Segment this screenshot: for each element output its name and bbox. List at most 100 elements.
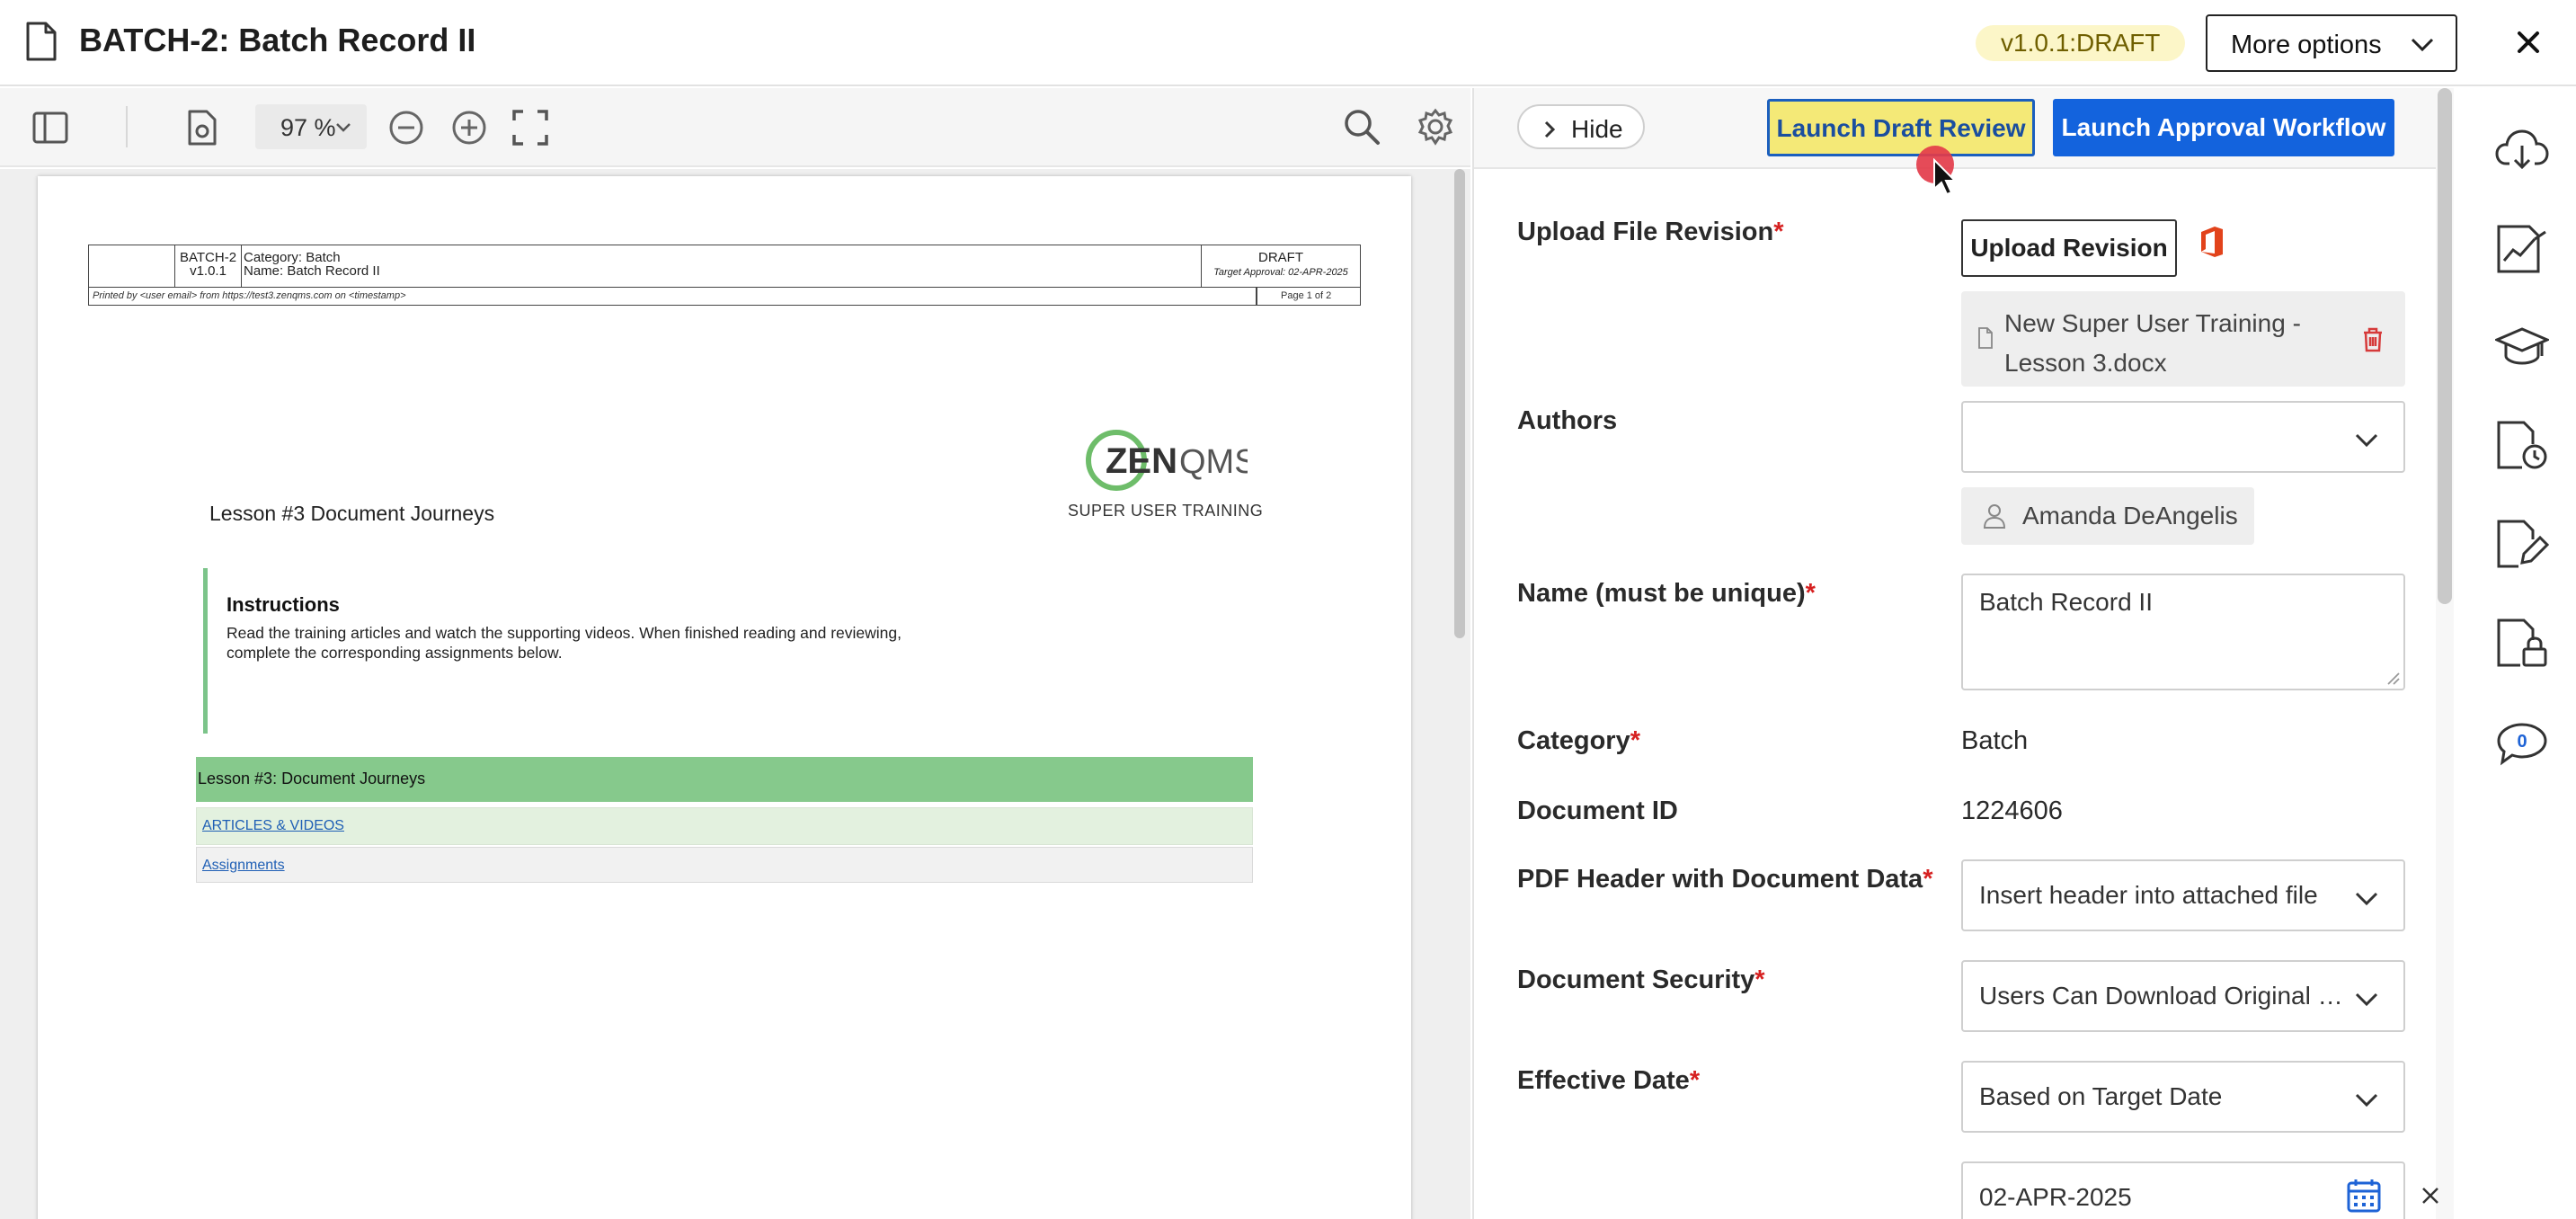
sidebar-toggle-icon[interactable] [32, 111, 68, 144]
pdf-header-doc-id: BATCH-2 [179, 250, 237, 265]
chevron-down-icon [2355, 992, 2378, 1007]
fullscreen-icon[interactable] [512, 110, 548, 146]
document-edit-icon[interactable] [2495, 520, 2549, 570]
document-id-value: 1224606 [1961, 796, 2063, 825]
articles-videos-link[interactable]: ARTICLES & VIDEOS [202, 818, 344, 834]
search-icon[interactable] [1343, 108, 1381, 146]
comments-count: 0 [2517, 732, 2527, 752]
instructions-title: Instructions [227, 593, 340, 616]
hide-label: Hide [1571, 115, 1623, 143]
mouse-cursor-icon [1932, 158, 1958, 198]
lesson-title: Lesson #3 Document Journeys [209, 502, 495, 525]
pdf-header-select[interactable]: Insert header into attached file [1961, 859, 2405, 931]
cloud-download-icon[interactable] [2495, 128, 2549, 171]
clear-date-icon[interactable] [2420, 1185, 2441, 1206]
calendar-icon[interactable] [2346, 1178, 2382, 1214]
name-label: Name (must be unique)* [1517, 579, 1816, 608]
logo-text-light: QMS [1179, 443, 1248, 481]
pdf-header-version: v1.0.1 [190, 263, 227, 279]
chevron-down-icon [2411, 38, 2434, 52]
target-date-input[interactable]: 02-APR-2025 [1961, 1161, 2405, 1219]
zoom-out-icon[interactable] [388, 110, 424, 146]
uploaded-file-name: New Super User Training - Lesson 3.docx [2004, 309, 2301, 377]
assignments-link[interactable]: Assignments [202, 858, 285, 874]
name-textarea[interactable]: Batch Record II [1961, 574, 2405, 690]
zenqms-logo: ZEN QMS [1086, 430, 1248, 493]
chevron-down-icon [336, 123, 351, 132]
chevron-down-icon [2355, 1093, 2378, 1108]
document-security-select-value: Users Can Download Original F... [1979, 982, 2348, 1010]
trash-icon[interactable] [2362, 327, 2384, 352]
upload-revision-button[interactable]: Upload Revision [1961, 219, 2177, 277]
pdf-header-footer: Printed by <user email> from https://tes… [88, 288, 1361, 306]
pdf-header-name-value: Batch Record II [287, 263, 380, 279]
gear-icon[interactable] [1417, 108, 1454, 146]
zoom-level: 97 % [280, 114, 336, 141]
author-chip: Amanda DeAngelis [1961, 487, 2254, 545]
effective-date-label: Effective Date* [1517, 1066, 1701, 1095]
hide-panel-button[interactable]: Hide [1517, 104, 1645, 149]
logo-text-bold: ZEN [1106, 441, 1177, 481]
toolbar-divider [126, 106, 128, 147]
user-icon [1983, 503, 2006, 529]
category-value: Batch [1961, 726, 2029, 755]
pdf-header-status: DRAFT [1258, 250, 1303, 265]
launch-approval-workflow-button[interactable]: Launch Approval Workflow [2053, 99, 2394, 156]
document-history-icon[interactable] [2495, 421, 2549, 471]
document-chart-icon[interactable] [2495, 225, 2549, 273]
pdf-footer-divider [1256, 288, 1257, 305]
file-icon [1977, 327, 1994, 349]
document-security-select[interactable]: Users Can Download Original F... [1961, 960, 2405, 1032]
effective-date-select-value: Based on Target Date [1979, 1082, 2223, 1110]
logo-subtitle: SUPER USER TRAINING [1068, 502, 1264, 520]
pdf-header-blank-cell [89, 245, 175, 287]
office-icon[interactable] [2198, 225, 2225, 259]
zoom-select[interactable]: 97 % [255, 104, 367, 149]
document-id-label: Document ID [1517, 796, 1678, 825]
more-options-label: More options [2231, 31, 2382, 59]
pdf-header-name-label: Name: [244, 263, 284, 279]
pdf-page-number: Page 1 of 2 [1281, 290, 1332, 301]
pdf-header-status-cell: DRAFT Target Approval: 02-APR-2025 [1202, 245, 1360, 287]
upload-file-revision-label: Upload File Revision* [1517, 218, 1784, 246]
instructions-accent-bar [203, 568, 208, 734]
authors-select[interactable] [1961, 401, 2405, 473]
authors-label: Authors [1517, 406, 1618, 435]
pdf-printed-by: Printed by <user email> from https://tes… [93, 290, 406, 301]
pdf-header-id-cell: BATCH-2 v1.0.1 [175, 245, 242, 287]
more-options-dropdown[interactable]: More options [2206, 14, 2457, 72]
viewer-scrollbar[interactable] [1454, 169, 1465, 638]
lesson-heading-text: Lesson #3: Document Journeys [198, 770, 426, 787]
close-icon[interactable] [2513, 27, 2544, 58]
launch-draft-review-button[interactable]: Launch Draft Review [1767, 99, 2035, 156]
chevron-right-icon [1544, 120, 1555, 138]
document-icon [25, 22, 58, 61]
page-title: BATCH-2: Batch Record II [79, 22, 476, 58]
effective-date-select[interactable]: Based on Target Date [1961, 1061, 2405, 1133]
document-security-label: Document Security* [1517, 965, 1765, 994]
document-lock-icon[interactable] [2495, 618, 2549, 669]
version-badge: v1.0.1:DRAFT [1976, 25, 2186, 61]
name-field-value: Batch Record II [1979, 588, 2153, 616]
resize-grip-icon[interactable] [2385, 671, 2400, 685]
target-date-value: 02-APR-2025 [1979, 1183, 2132, 1211]
zoom-in-icon[interactable] [451, 110, 487, 146]
instructions-text: Read the training articles and watch the… [227, 624, 902, 662]
pdf-header-label: PDF Header with Document Data* [1517, 865, 1933, 894]
viewer-toolbar: 97 % [0, 88, 1470, 167]
pdf-header-select-value: Insert header into attached file [1979, 881, 2318, 909]
chevron-down-icon [2355, 433, 2378, 448]
articles-row: ARTICLES & VIDEOS [196, 807, 1253, 845]
assignments-row: Assignments [196, 847, 1253, 883]
page-settings-icon[interactable] [187, 110, 218, 146]
graduation-cap-icon[interactable] [2495, 325, 2549, 369]
lesson-heading-bar: Lesson #3: Document Journeys [196, 757, 1253, 802]
uploaded-file-chip: New Super User Training - Lesson 3.docx [1961, 291, 2405, 387]
pdf-page [38, 176, 1411, 1219]
author-name: Amanda DeAngelis [2022, 502, 2238, 529]
pdf-header-meta-cell: Category: Batch Name: Batch Record II [242, 245, 1202, 287]
pdf-header-target-approval: Target Approval: 02-APR-2025 [1213, 267, 1348, 278]
panel-scrollbar[interactable] [2438, 88, 2452, 604]
category-label: Category* [1517, 726, 1640, 755]
comments-icon[interactable]: 0 [2495, 721, 2549, 766]
